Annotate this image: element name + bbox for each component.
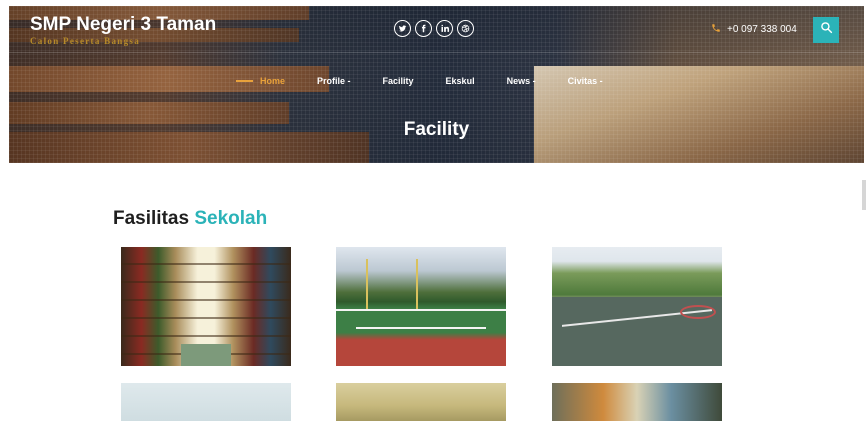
- photo-post: [416, 259, 418, 309]
- search-icon: [820, 21, 833, 39]
- section-title-accent: Sekolah: [194, 208, 268, 229]
- facility-photo-activity[interactable]: [552, 383, 722, 421]
- main-nav: Home Profile - Facility Ekskul News - Ci…: [236, 76, 635, 86]
- photo-post: [366, 259, 368, 309]
- section-title: Fasilitas Sekolah: [113, 208, 267, 230]
- nav-item-ekskul[interactable]: Ekskul: [446, 76, 475, 86]
- photo-court-line: [356, 327, 486, 329]
- contact-phone[interactable]: +0 097 338 004: [711, 23, 797, 36]
- photo-floor: [181, 344, 231, 366]
- facility-photo-hall[interactable]: [336, 383, 506, 421]
- phone-number: +0 097 338 004: [727, 24, 797, 35]
- nav-item-profile[interactable]: Profile -: [317, 76, 351, 86]
- dribbble-icon[interactable]: [457, 20, 474, 37]
- nav-active-indicator: [236, 80, 253, 82]
- site-title[interactable]: SMP Negeri 3 Taman: [30, 14, 216, 36]
- section-title-main: Fasilitas: [113, 208, 190, 229]
- facility-photo-room[interactable]: [121, 383, 291, 421]
- page-title: Facility: [403, 119, 470, 140]
- facility-photo-library[interactable]: [121, 247, 291, 366]
- hero-banner: SMP Negeri 3 Taman Calon Peserta Bangsa …: [9, 6, 864, 163]
- nav-item-news[interactable]: News -: [507, 76, 536, 86]
- linkedin-icon[interactable]: [436, 20, 453, 37]
- nav-item-home[interactable]: Home: [260, 76, 285, 86]
- header-divider: [9, 52, 864, 53]
- photo-court-circle: [680, 305, 716, 319]
- nav-item-facility[interactable]: Facility: [383, 76, 414, 86]
- twitter-icon[interactable]: [394, 20, 411, 37]
- phone-icon: [711, 23, 721, 36]
- photo-court-line: [336, 309, 506, 311]
- search-button[interactable]: [813, 17, 839, 43]
- scrollbar[interactable]: [862, 180, 866, 210]
- facility-photo-basketball-court[interactable]: [552, 247, 722, 366]
- site-tagline: Calon Peserta Bangsa: [30, 36, 140, 46]
- social-links: [394, 20, 474, 37]
- facility-photo-tennis-court[interactable]: [336, 247, 506, 366]
- facebook-icon[interactable]: [415, 20, 432, 37]
- nav-item-civitas[interactable]: Civitas -: [568, 76, 603, 86]
